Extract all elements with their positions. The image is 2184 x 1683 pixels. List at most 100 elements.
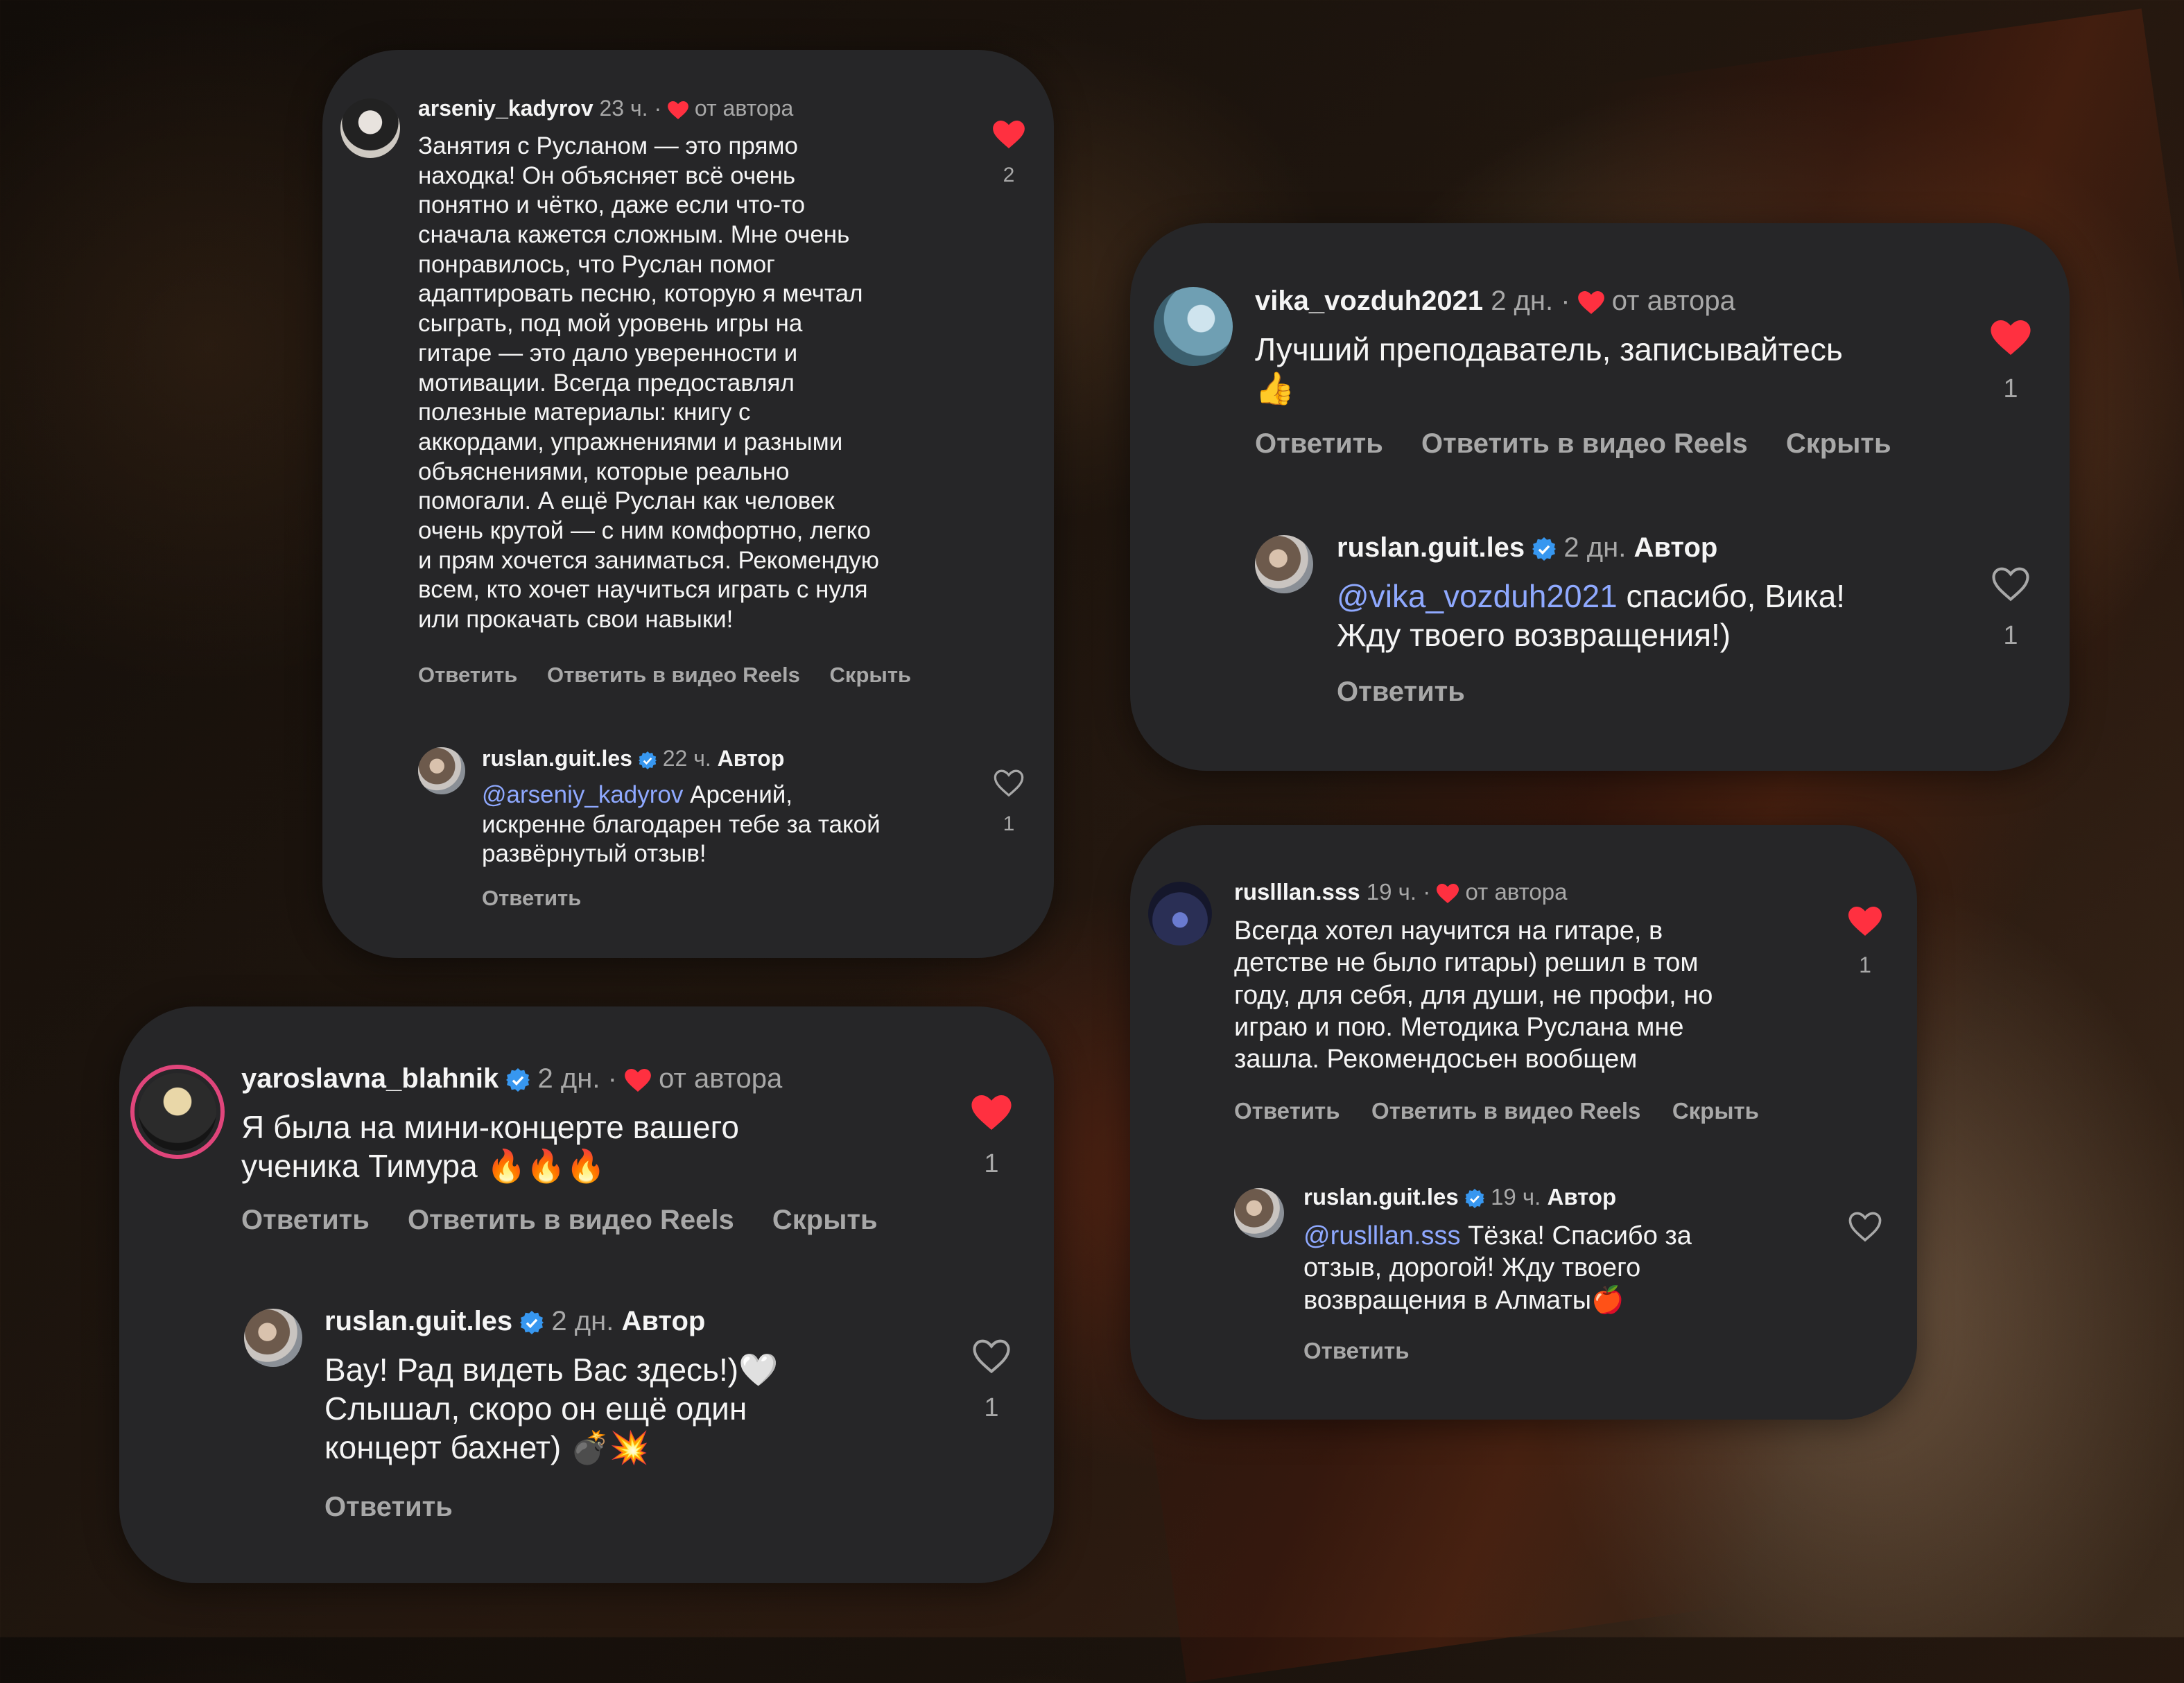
comment-text: Я была на мини-концерте вашего ученика Т… — [241, 1109, 739, 1185]
heart-filled-icon[interactable] — [1991, 320, 2031, 355]
like-control[interactable]: 1 — [1983, 320, 2038, 404]
like-count: 2 — [1003, 164, 1015, 186]
reply-actions: Ответить — [1303, 1338, 1435, 1364]
reply-button[interactable]: Ответить — [1337, 677, 1465, 707]
hide-button[interactable]: Скрыть — [1786, 428, 1891, 459]
reply-reels-button[interactable]: Ответить в видео Reels — [1421, 428, 1748, 459]
heart-filled-icon — [668, 101, 688, 119]
reply-reels-button[interactable]: Ответить в видео Reels — [1371, 1098, 1640, 1124]
username[interactable]: yaroslavna_blahnik — [241, 1063, 499, 1094]
heart-outline-icon[interactable] — [1991, 567, 2030, 602]
username[interactable]: vika_vozduh2021 — [1255, 286, 1483, 316]
like-control[interactable]: 1 — [1983, 567, 2038, 651]
comment-text: Всегда хотел научится на гитаре, в детств… — [1234, 916, 1713, 1074]
verified-badge-icon — [1464, 1189, 1484, 1209]
like-count: 1 — [984, 1393, 999, 1422]
comment-time: 23 ч. — [599, 96, 648, 121]
comment-card: arseniy_kadyrov 23 ч. · от автора Заняти… — [322, 50, 1054, 958]
avatar[interactable] — [1234, 1188, 1284, 1238]
reply-text: @vika_vozduh2021 спасибо, Вика! Жду твое… — [1337, 578, 1846, 654]
heart-filled-icon[interactable] — [971, 1095, 1012, 1130]
comment-time: 19 ч. — [1366, 879, 1417, 905]
verified-badge-icon — [506, 1068, 530, 1092]
like-control[interactable] — [1841, 1212, 1889, 1248]
comment-actions: Ответить Ответить в видео Reels Скрыть — [1255, 428, 1922, 460]
reply-header: ruslan.guit.les 2 дн. Автор — [324, 1306, 705, 1337]
heart-filled-icon[interactable] — [993, 121, 1025, 148]
reply-text: @ruslllan.sss Тёзка! Спасибо за отзыв, д… — [1303, 1221, 1692, 1315]
author-label: Автор — [1633, 532, 1718, 563]
avatar[interactable] — [340, 98, 400, 158]
like-count: 1 — [2003, 374, 2018, 403]
like-count: 1 — [2003, 621, 2018, 650]
heart-outline-icon[interactable] — [972, 1339, 1011, 1374]
verified-badge-icon — [520, 1311, 544, 1335]
username[interactable]: ruslan.guit.les — [324, 1306, 512, 1336]
mention-link[interactable]: @ruslllan.sss — [1303, 1221, 1461, 1250]
heart-filled-icon — [1437, 884, 1459, 904]
avatar[interactable] — [1154, 287, 1233, 366]
username[interactable]: ruslan.guit.les — [482, 746, 632, 771]
author-label: Автор — [717, 746, 785, 771]
reply-reels-button[interactable]: Ответить в видео Reels — [408, 1205, 734, 1235]
reply-actions: Ответить — [324, 1492, 483, 1523]
like-control[interactable]: 2 — [985, 121, 1033, 187]
like-count: 1 — [1003, 812, 1015, 835]
comment-card: yaroslavna_blahnik 2 дн. · от автора Я б… — [119, 1006, 1054, 1583]
reply-button[interactable]: Ответить — [1303, 1338, 1410, 1363]
reply-header: ruslan.guit.les 2 дн. Автор — [1337, 532, 1717, 564]
reply-button[interactable]: Ответить — [1234, 1098, 1340, 1124]
avatar[interactable] — [1148, 882, 1212, 945]
comment-actions: Ответить Ответить в видео Reels Скрыть — [241, 1205, 908, 1236]
like-control[interactable]: 1 — [964, 1095, 1019, 1179]
like-control[interactable]: 1 — [1841, 907, 1889, 978]
avatar[interactable] — [244, 1309, 302, 1367]
comment-header: yaroslavna_blahnik 2 дн. · от автора — [241, 1063, 783, 1094]
username[interactable]: ruslllan.sss — [1234, 879, 1360, 905]
verified-badge-icon — [638, 751, 657, 769]
heart-outline-icon[interactable] — [994, 769, 1024, 797]
reply-button[interactable]: Ответить — [241, 1205, 370, 1235]
reply-button[interactable]: Ответить — [1255, 428, 1383, 459]
heart-outline-icon[interactable] — [1848, 1212, 1882, 1242]
reply-actions: Ответить — [1337, 677, 1496, 708]
heart-filled-icon[interactable] — [1848, 907, 1882, 936]
verified-badge-icon — [1532, 537, 1557, 561]
comment-text: Лучший преподаватель, записывайтесь 👍 — [1255, 331, 1843, 407]
reply-button[interactable]: Ответить — [324, 1492, 453, 1522]
comment-actions: Ответить Ответить в видео Reels Скрыть — [418, 663, 935, 688]
reply-button[interactable]: Ответить — [418, 663, 517, 687]
hide-button[interactable]: Скрыть — [1672, 1098, 1759, 1124]
avatar[interactable] — [1255, 535, 1313, 593]
comment-header: vika_vozduh2021 2 дн. · от автора — [1255, 286, 1735, 316]
liked-by-author: от автора — [694, 96, 794, 121]
like-count: 1 — [984, 1149, 999, 1178]
comment-card: ruslllan.sss 19 ч. · от автора Всегда хо… — [1130, 825, 1917, 1420]
like-control[interactable]: 1 — [964, 1339, 1019, 1423]
reply-time: 2 дн. — [1563, 532, 1627, 563]
heart-filled-icon — [625, 1068, 651, 1092]
comment-header: ruslllan.sss 19 ч. · от автора — [1234, 879, 1568, 905]
reply-time: 2 дн. — [551, 1306, 614, 1336]
hide-button[interactable]: Скрыть — [772, 1205, 878, 1235]
avatar[interactable] — [130, 1065, 225, 1159]
comment-time: 2 дн. — [537, 1063, 600, 1094]
author-label: Автор — [1547, 1184, 1617, 1210]
avatar[interactable] — [418, 747, 465, 794]
heart-filled-icon — [1577, 290, 1604, 314]
username[interactable]: arseniy_kadyrov — [418, 96, 593, 121]
reply-time: 19 ч. — [1491, 1184, 1541, 1210]
reply-button[interactable]: Ответить — [482, 886, 581, 910]
mention-link[interactable]: @arseniy_kadyrov — [482, 781, 683, 808]
reply-time: 22 ч. — [662, 746, 711, 771]
comment-time: 2 дн. — [1491, 286, 1554, 316]
username[interactable]: ruslan.guit.les — [1303, 1184, 1459, 1210]
hide-button[interactable]: Скрыть — [830, 663, 912, 687]
reply-reels-button[interactable]: Ответить в видео Reels — [547, 663, 800, 687]
comment-header: arseniy_kadyrov 23 ч. · от автора — [418, 96, 794, 121]
liked-by-author: от автора — [659, 1063, 783, 1094]
like-control[interactable]: 1 — [985, 769, 1033, 836]
reply-header: ruslan.guit.les 22 ч. Автор — [482, 746, 784, 771]
mention-link[interactable]: @vika_vozduh2021 — [1337, 578, 1618, 614]
username[interactable]: ruslan.guit.les — [1337, 532, 1525, 563]
